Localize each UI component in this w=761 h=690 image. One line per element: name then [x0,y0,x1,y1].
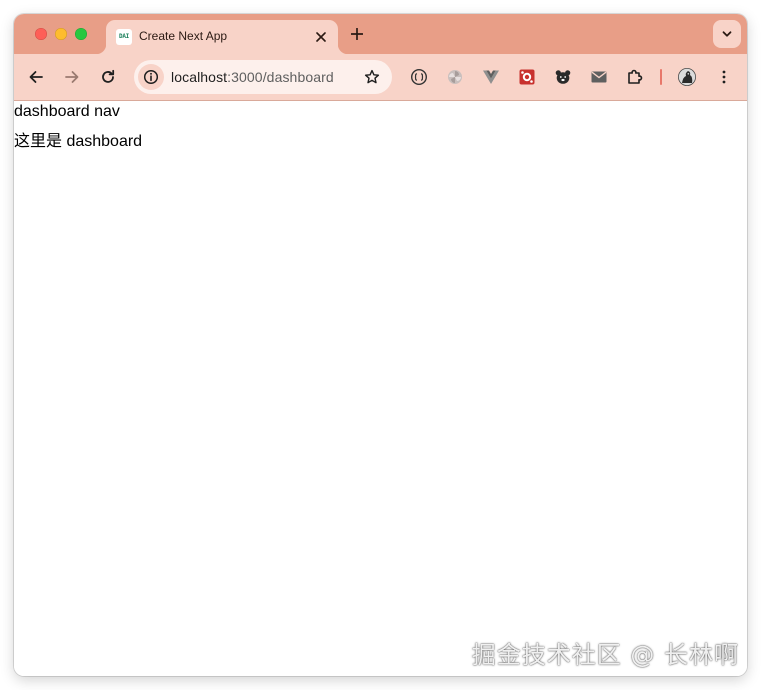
favicon-icon: DAI [116,29,132,45]
url-text[interactable]: localhost:3000/dashboard [171,69,334,85]
url-path: :3000/dashboard [227,69,334,85]
arrow-right-icon [65,71,79,83]
chevron-down-icon [722,31,732,37]
puzzle-piece-icon[interactable] [623,65,647,89]
maximize-window-button[interactable] [75,28,87,40]
profile-avatar-icon[interactable] [675,65,699,89]
dashboard-content: 这里是 dashboard [14,133,143,150]
info-icon [143,69,159,85]
dashboard-nav: dashboard nav [14,103,120,120]
close-icon [316,32,326,42]
url-host: localhost [171,69,228,85]
browser-window: DAI Create Next App localhost:3000/dashb… [14,14,747,676]
toolbar-separator [660,69,662,85]
tab-close-button[interactable] [312,28,330,46]
star-icon [364,69,380,84]
browser-toolbar: localhost:3000/dashboard [14,54,747,101]
page-viewport: dashboard nav 这里是 dashboard 掘金技术社区 @ 长林啊 [14,101,747,676]
tab-search-button[interactable] [713,20,741,48]
reload-button[interactable] [96,65,120,89]
red-app-icon[interactable] [515,65,539,89]
tab-strip: DAI Create Next App [14,14,747,54]
bookmark-button[interactable] [362,67,382,87]
mail-icon[interactable] [587,65,611,89]
kebab-menu-icon [722,70,726,84]
tab-active[interactable]: DAI Create Next App [96,20,348,54]
site-info-button[interactable] [138,64,164,90]
back-button[interactable] [24,65,48,89]
vue-icon[interactable] [479,65,503,89]
pinwheel-icon[interactable] [443,65,467,89]
code-brackets-icon[interactable] [407,65,431,89]
more-menu-button[interactable] [712,65,736,89]
arrow-left-icon [29,71,43,83]
plus-icon [351,28,363,40]
watermark: 掘金技术社区 @ 长林啊 [471,641,739,669]
bear-icon[interactable] [551,65,575,89]
close-window-button[interactable] [35,28,47,40]
address-bar[interactable]: localhost:3000/dashboard [134,60,392,94]
minimize-window-button[interactable] [55,28,67,40]
tab-title: Create Next App [139,29,228,43]
new-tab-button[interactable] [348,25,366,43]
reload-icon [102,69,115,83]
forward-button[interactable] [60,65,84,89]
